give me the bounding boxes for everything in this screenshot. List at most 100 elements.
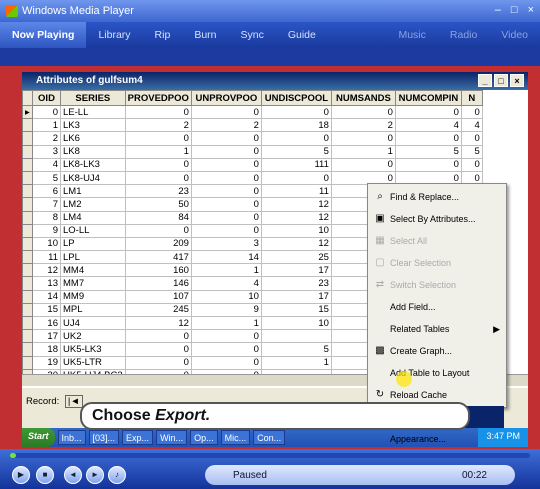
table-cell[interactable]: 1: [260, 355, 332, 370]
table-cell[interactable]: 0: [190, 131, 262, 146]
table-cell[interactable]: 17: [32, 329, 61, 344]
table-cell[interactable]: 5: [260, 144, 332, 159]
table-cell[interactable]: 0: [32, 104, 61, 120]
row-selector[interactable]: [22, 329, 33, 344]
table-cell[interactable]: MM7: [60, 276, 126, 291]
context-menu-item[interactable]: ▩ Create Graph...: [370, 340, 504, 362]
maximize-button[interactable]: □: [511, 4, 518, 16]
table-cell[interactable]: 146: [124, 276, 192, 291]
table-cell[interactable]: 0: [260, 104, 332, 120]
table-cell[interactable]: 0: [190, 210, 262, 225]
table-cell[interactable]: 0: [190, 342, 262, 357]
table-cell[interactable]: 4: [394, 118, 462, 133]
table-cell[interactable]: 2: [190, 118, 262, 133]
table-cell[interactable]: LK8-LK3: [60, 157, 126, 172]
row-selector[interactable]: [22, 131, 33, 146]
start-button[interactable]: Start: [22, 428, 55, 447]
taskbar-item[interactable]: Exp...: [122, 430, 154, 445]
table-cell[interactable]: 16: [32, 315, 61, 331]
row-selector[interactable]: [22, 223, 33, 238]
table-cell[interactable]: 18: [32, 342, 61, 357]
taskbar-item[interactable]: Win...: [156, 430, 188, 445]
table-cell[interactable]: 15: [260, 302, 332, 318]
table-cell[interactable]: 12: [260, 236, 332, 252]
table-cell[interactable]: 9: [32, 223, 61, 238]
column-header[interactable]: SERIES: [60, 90, 126, 106]
table-cell[interactable]: 19: [32, 355, 61, 370]
table-cell[interactable]: MM9: [60, 289, 126, 304]
taskbar-item[interactable]: [03]...: [88, 430, 120, 445]
table-row[interactable]: 4 LK8-LK3 0 0 111 0 0 0: [22, 157, 483, 172]
row-selector[interactable]: ▸: [22, 104, 33, 120]
table-cell[interactable]: UJ4: [60, 315, 126, 331]
row-selector[interactable]: [22, 144, 33, 159]
table-cell[interactable]: 10: [190, 289, 262, 304]
previous-icon[interactable]: ◄: [64, 466, 82, 484]
table-cell[interactable]: MPL: [60, 302, 126, 318]
table-cell[interactable]: LK8: [60, 144, 126, 159]
table-cell[interactable]: 10: [260, 315, 332, 331]
table-row[interactable]: 3 LK8 1 0 5 1 5 5: [22, 144, 483, 159]
table-cell[interactable]: LP: [60, 236, 126, 252]
context-menu-item[interactable]: ▦ Select All: [370, 230, 504, 252]
seek-bar[interactable]: [10, 453, 530, 458]
row-selector[interactable]: [22, 118, 33, 133]
column-header[interactable]: NUMSANDS: [330, 90, 396, 106]
table-cell[interactable]: 12: [260, 210, 332, 225]
table-cell[interactable]: 1: [330, 144, 396, 159]
table-cell[interactable]: LO-LL: [60, 223, 126, 238]
table-cell[interactable]: 9: [190, 302, 262, 318]
context-menu-item[interactable]: Appearance...: [370, 428, 504, 450]
table-cell[interactable]: 160: [124, 263, 192, 278]
play-icon[interactable]: ▶: [12, 466, 30, 484]
table-cell[interactable]: 1: [190, 263, 262, 278]
row-selector[interactable]: [22, 263, 33, 278]
table-cell[interactable]: UK2: [60, 329, 126, 344]
row-selector[interactable]: [22, 236, 33, 252]
mute-icon[interactable]: ♪: [108, 466, 126, 484]
attr-minimize-button[interactable]: _: [478, 74, 492, 87]
table-cell[interactable]: 0: [190, 184, 262, 199]
table-row[interactable]: ▸ 0 LE-LL 0 0 0 0 0 0: [22, 104, 483, 120]
table-cell[interactable]: 0: [460, 131, 483, 146]
taskbar-item[interactable]: Op...: [190, 430, 218, 445]
table-cell[interactable]: 4: [190, 276, 262, 291]
table-cell[interactable]: 3: [32, 144, 61, 159]
table-cell[interactable]: 0: [190, 144, 262, 159]
table-cell[interactable]: 0: [124, 329, 192, 344]
taskbar-item[interactable]: Mic...: [220, 430, 251, 445]
table-cell[interactable]: LM4: [60, 210, 126, 225]
table-cell[interactable]: 84: [124, 210, 192, 225]
table-cell[interactable]: 0: [124, 355, 192, 370]
table-cell[interactable]: 111: [260, 157, 332, 172]
table-cell[interactable]: 0: [330, 104, 396, 120]
table-cell[interactable]: 0: [124, 170, 192, 186]
column-header[interactable]: OID: [32, 90, 61, 106]
row-selector[interactable]: [22, 157, 33, 172]
context-menu-item[interactable]: ⇄ Switch Selection: [370, 274, 504, 296]
table-cell[interactable]: 5: [394, 144, 462, 159]
close-button[interactable]: ×: [528, 4, 534, 16]
table-cell[interactable]: LE-LL: [60, 104, 126, 120]
table-cell[interactable]: 1: [32, 118, 61, 133]
table-cell[interactable]: 6: [32, 184, 61, 199]
table-cell[interactable]: 0: [124, 342, 192, 357]
table-row[interactable]: 1 LK3 2 2 18 2 4 4: [22, 118, 483, 133]
table-cell[interactable]: 107: [124, 289, 192, 304]
context-menu-item[interactable]: Add Field...: [370, 296, 504, 318]
table-cell[interactable]: 0: [330, 157, 396, 172]
tab-now-playing[interactable]: Now Playing: [0, 22, 87, 48]
row-selector[interactable]: [22, 250, 33, 265]
context-menu-item[interactable]: Add Table to Layout: [370, 362, 504, 384]
row-selector[interactable]: [22, 302, 33, 318]
table-cell[interactable]: 14: [32, 289, 61, 304]
attr-close-button[interactable]: ×: [510, 74, 524, 87]
table-cell[interactable]: 17: [260, 289, 332, 304]
table-cell[interactable]: LM2: [60, 197, 126, 212]
attr-maximize-button[interactable]: □: [494, 74, 508, 87]
tab-video[interactable]: Video: [489, 22, 540, 48]
table-cell[interactable]: 11: [32, 250, 61, 265]
table-cell[interactable]: 11: [260, 184, 332, 199]
tab-guide[interactable]: Guide: [276, 22, 328, 48]
column-header[interactable]: [22, 90, 33, 106]
